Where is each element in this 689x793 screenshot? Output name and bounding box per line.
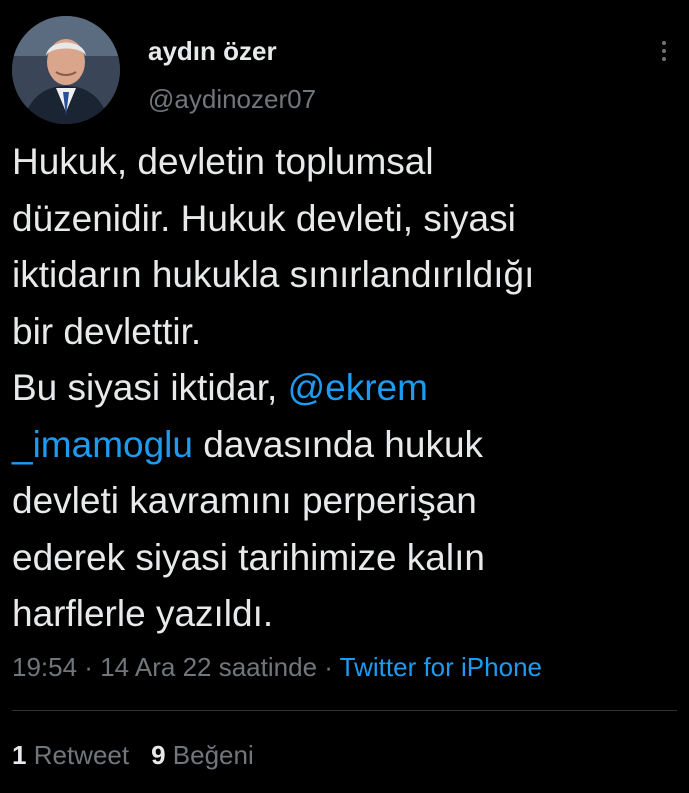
like-label: Beğeni xyxy=(172,740,254,770)
meta-separator: · xyxy=(77,652,101,682)
like-count: 9 xyxy=(151,740,166,770)
divider xyxy=(12,710,677,711)
retweet-count: 1 xyxy=(12,740,27,770)
meta-separator: · xyxy=(317,652,340,682)
tweet-source[interactable]: Twitter for iPhone xyxy=(340,652,542,682)
retweet-label: Retweet xyxy=(33,740,130,770)
tweet-text-part1: Hukuk, devletin toplumsal düzenidir. Huk… xyxy=(12,141,535,408)
tweet-text: Hukuk, devletin toplumsal düzenidir. Huk… xyxy=(12,134,672,643)
more-dots-icon[interactable] xyxy=(657,38,671,68)
retweet-stat[interactable]: 1 Retweet xyxy=(12,740,129,770)
tweet-header: aydın özer @aydinozer07 xyxy=(12,16,677,128)
tweet-time[interactable]: 19:54 xyxy=(12,652,77,682)
author-handle[interactable]: @aydinozer07 xyxy=(148,84,316,114)
avatar-image xyxy=(12,16,120,124)
avatar[interactable] xyxy=(12,16,120,124)
author-names: aydın özer @aydinozer07 xyxy=(148,36,316,114)
tweet-stats: 1 Retweet 9 Beğeni xyxy=(12,740,254,771)
tweet-meta: 19:54 · 14 Ara 22 saatinde · Twitter for… xyxy=(12,652,542,683)
like-stat[interactable]: 9 Beğeni xyxy=(151,740,254,770)
author-display-name[interactable]: aydın özer xyxy=(148,36,316,66)
tweet-date[interactable]: 14 Ara 22 saatinde xyxy=(100,652,317,682)
